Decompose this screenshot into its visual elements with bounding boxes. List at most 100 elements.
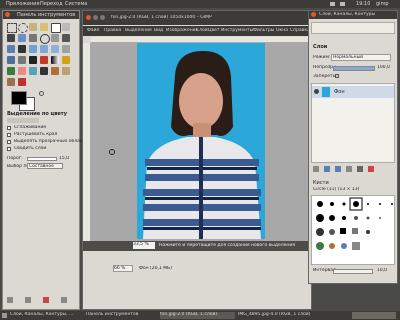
opacity-slider[interactable] [333,66,375,71]
free-select-tool[interactable] [29,23,37,31]
new-layer-icon[interactable] [313,166,319,172]
rotate-tool[interactable] [29,45,37,53]
antialias-checkbox[interactable] [7,126,11,130]
volume-icon[interactable] [340,2,345,6]
layer-name[interactable]: Фон [334,89,345,95]
toolbox-titlebar[interactable]: Панель инструментов [3,11,79,19]
dock-titlebar[interactable]: Слои, Каналы, Контуры [309,11,397,19]
canvas-area[interactable] [91,43,311,241]
duplicate-layer-icon[interactable] [346,166,352,172]
mode-buttons[interactable] [7,118,39,123]
menu-image[interactable]: Изображение [166,28,198,33]
anchor-layer-icon[interactable] [357,166,363,172]
heal-tool[interactable] [62,67,70,75]
measure-tool[interactable] [51,34,59,42]
save-options-icon[interactable] [7,297,13,303]
user-menu[interactable]: gimp [376,1,389,7]
airbrush-tool[interactable] [29,67,37,75]
ink-tool[interactable] [40,67,48,75]
lock-checkbox[interactable] [335,74,339,78]
scissors-tool[interactable] [62,23,70,31]
minimize-icon[interactable] [93,15,98,20]
taskbar-item-toolbox[interactable]: Панель инструментов [86,312,156,319]
close-icon[interactable] [311,12,316,17]
flip-tool[interactable] [7,56,15,64]
mode-dropdown[interactable]: Нормальный [331,54,391,61]
raise-layer-icon[interactable] [324,166,330,172]
merged-checkbox[interactable] [7,147,11,151]
delete-layer-icon[interactable] [368,166,374,172]
shear-tool[interactable] [51,45,59,53]
spacing-slider[interactable] [333,269,373,274]
lower-layer-icon[interactable] [335,166,341,172]
text-tool[interactable] [29,56,37,64]
blend-tool[interactable] [51,56,59,64]
menu-system[interactable]: Система [65,1,87,7]
network-icon[interactable] [330,2,335,6]
delete-options-icon[interactable] [43,297,49,303]
cage-tool[interactable] [18,56,26,64]
threshold-slider[interactable] [27,157,57,161]
taskbar-item-img[interactable]: IMG_4895.jpg-4.0 (RGB, 1 слой) [238,312,338,319]
menu-filters[interactable]: Фильтры [253,28,274,33]
reset-options-icon[interactable] [61,297,67,303]
menu-help[interactable]: Справка [290,28,310,33]
feather-checkbox[interactable] [7,133,11,137]
menu-view[interactable]: Вид [154,28,163,33]
perspective-tool[interactable] [62,45,70,53]
menu-windows[interactable]: Окна [276,28,288,33]
zoom-field[interactable]: 33,5 % [133,242,155,249]
bucket-fill-tool[interactable] [40,56,48,64]
menu-select[interactable]: Выделение [125,28,152,33]
spacing-value[interactable]: 10,0 [377,268,387,273]
taskbar-item-layers[interactable]: Слои, Каналы, Контуры, ... [10,312,82,319]
paths-tool[interactable] [18,34,26,42]
fuzzy-select-tool[interactable] [40,23,48,31]
brush-grid[interactable] [311,195,395,265]
maximize-icon[interactable] [100,15,105,20]
restore-options-icon[interactable] [25,297,31,303]
eraser-tool[interactable] [18,67,26,75]
select-by-color-tool[interactable] [51,23,61,33]
close-icon[interactable] [5,12,10,17]
menu-places[interactable]: Переход [40,1,63,7]
menu-tools[interactable]: Инструменты [221,28,253,33]
clone-tool[interactable] [51,67,59,75]
foreground-select-tool[interactable] [7,34,15,42]
show-desktop-icon[interactable] [2,313,7,318]
menu-colors[interactable]: Цвет [208,28,220,33]
foreground-color-swatch[interactable] [11,91,27,105]
image-selector[interactable] [311,22,395,34]
move-tool[interactable] [62,34,70,42]
pencil-tool[interactable] [62,56,70,64]
menu-layer[interactable]: Слой [196,28,208,33]
ellipse-select-tool[interactable] [18,23,28,33]
align-tool[interactable] [7,45,15,53]
taskbar-item-fon[interactable]: fon.jpg-2.0 (RGB, 1 слой) [160,312,235,319]
rect-select-tool[interactable] [7,23,17,33]
zoom-dropdown[interactable]: 66 % [113,265,133,272]
photo[interactable] [137,43,265,239]
scale-tool[interactable] [40,45,48,53]
opacity-value[interactable]: 100,0 [377,65,390,70]
smudge-tool[interactable] [7,78,15,86]
menu-applications[interactable]: Приложения [6,1,40,7]
select-by-dropdown[interactable]: Составное [27,163,63,169]
threshold-value[interactable]: 15,0 [59,156,69,161]
clock[interactable]: 19:10 [356,1,370,7]
menu-file[interactable]: Файл [87,28,99,33]
layer-row[interactable]: Фон [312,86,394,98]
menu-edit[interactable]: Правка [104,28,121,33]
close-icon[interactable] [86,15,91,20]
layers-tab[interactable]: Слои [313,44,327,50]
transparent-checkbox[interactable] [7,140,11,144]
swap-colors-icon[interactable] [39,91,44,96]
paintbrush-tool[interactable] [7,67,15,75]
workspace-switcher[interactable] [352,312,396,319]
crop-tool[interactable] [18,45,26,53]
image-titlebar[interactable]: fon.jpg-2.0 (RGB, 1 слой) 1054x1000 – GI… [83,11,311,25]
zoom-tool[interactable] [40,34,50,44]
dodge-burn-tool[interactable] [18,78,26,86]
eye-icon[interactable] [314,89,319,94]
color-picker-tool[interactable] [29,34,37,42]
